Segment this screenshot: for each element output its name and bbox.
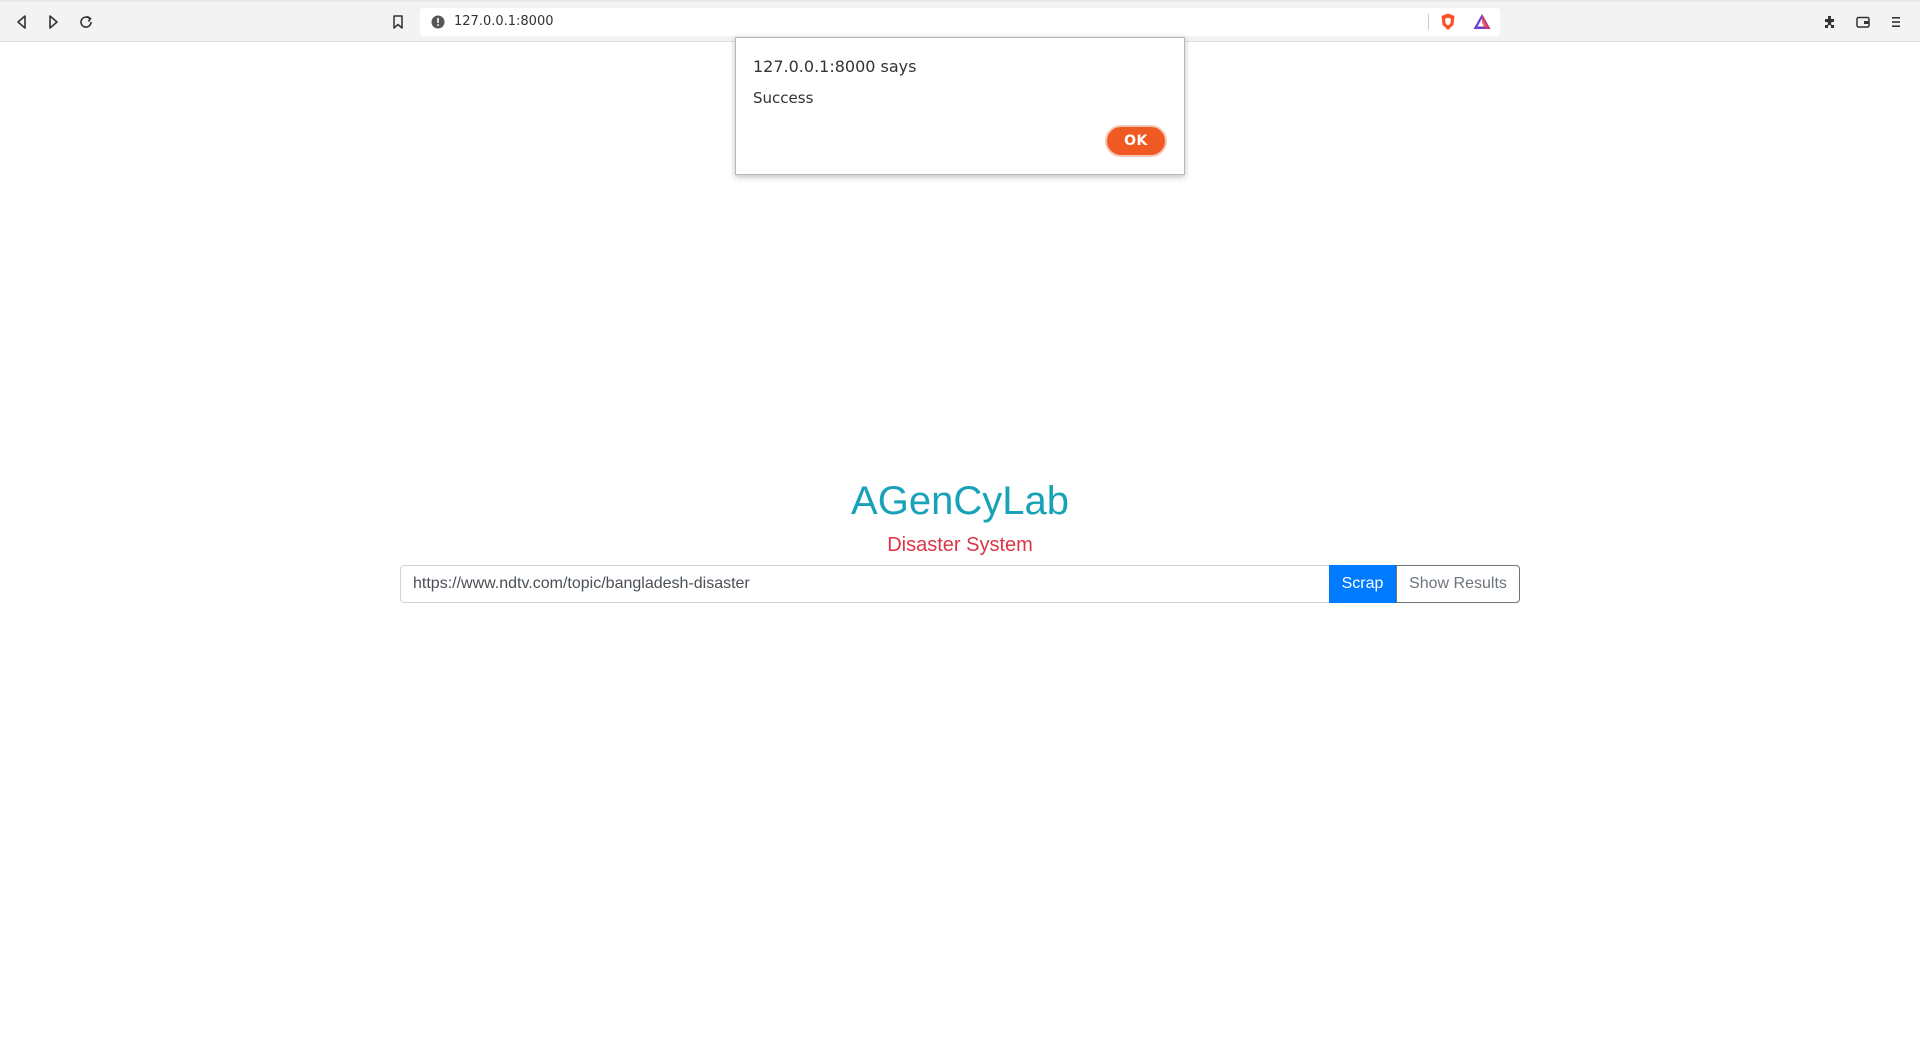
- forward-icon[interactable]: [40, 9, 66, 35]
- scrape-form: Scrap Show Results: [400, 565, 1520, 603]
- brand-title: AGenCyLab: [851, 479, 1069, 523]
- menu-icon[interactable]: [1883, 9, 1909, 35]
- alert-dialog: 127.0.0.1:8000 says Success OK: [735, 37, 1185, 175]
- address-text: 127.0.0.1:8000: [454, 14, 554, 29]
- bookmark-icon[interactable]: [385, 9, 411, 35]
- address-separator: [1428, 14, 1429, 30]
- scrap-button[interactable]: Scrap: [1329, 565, 1396, 603]
- brave-shields-icon[interactable]: [1438, 12, 1458, 32]
- wallet-icon[interactable]: [1850, 9, 1876, 35]
- show-results-button[interactable]: Show Results: [1396, 565, 1520, 603]
- site-info-icon[interactable]: [430, 14, 446, 30]
- page-subtitle: Disaster System: [887, 534, 1033, 556]
- reload-icon[interactable]: [73, 9, 99, 35]
- browser-toolbar: 127.0.0.1:8000: [0, 0, 1920, 42]
- back-icon[interactable]: [9, 9, 35, 35]
- extensions-icon[interactable]: [1817, 9, 1843, 35]
- url-input[interactable]: [400, 565, 1329, 603]
- tab-strip-edge: [0, 0, 1920, 2]
- dialog-title: 127.0.0.1:8000 says: [753, 57, 917, 76]
- dialog-message: Success: [753, 89, 814, 107]
- brave-rewards-icon[interactable]: [1472, 12, 1492, 32]
- ok-button[interactable]: OK: [1105, 125, 1167, 157]
- address-bar[interactable]: 127.0.0.1:8000: [420, 8, 1500, 36]
